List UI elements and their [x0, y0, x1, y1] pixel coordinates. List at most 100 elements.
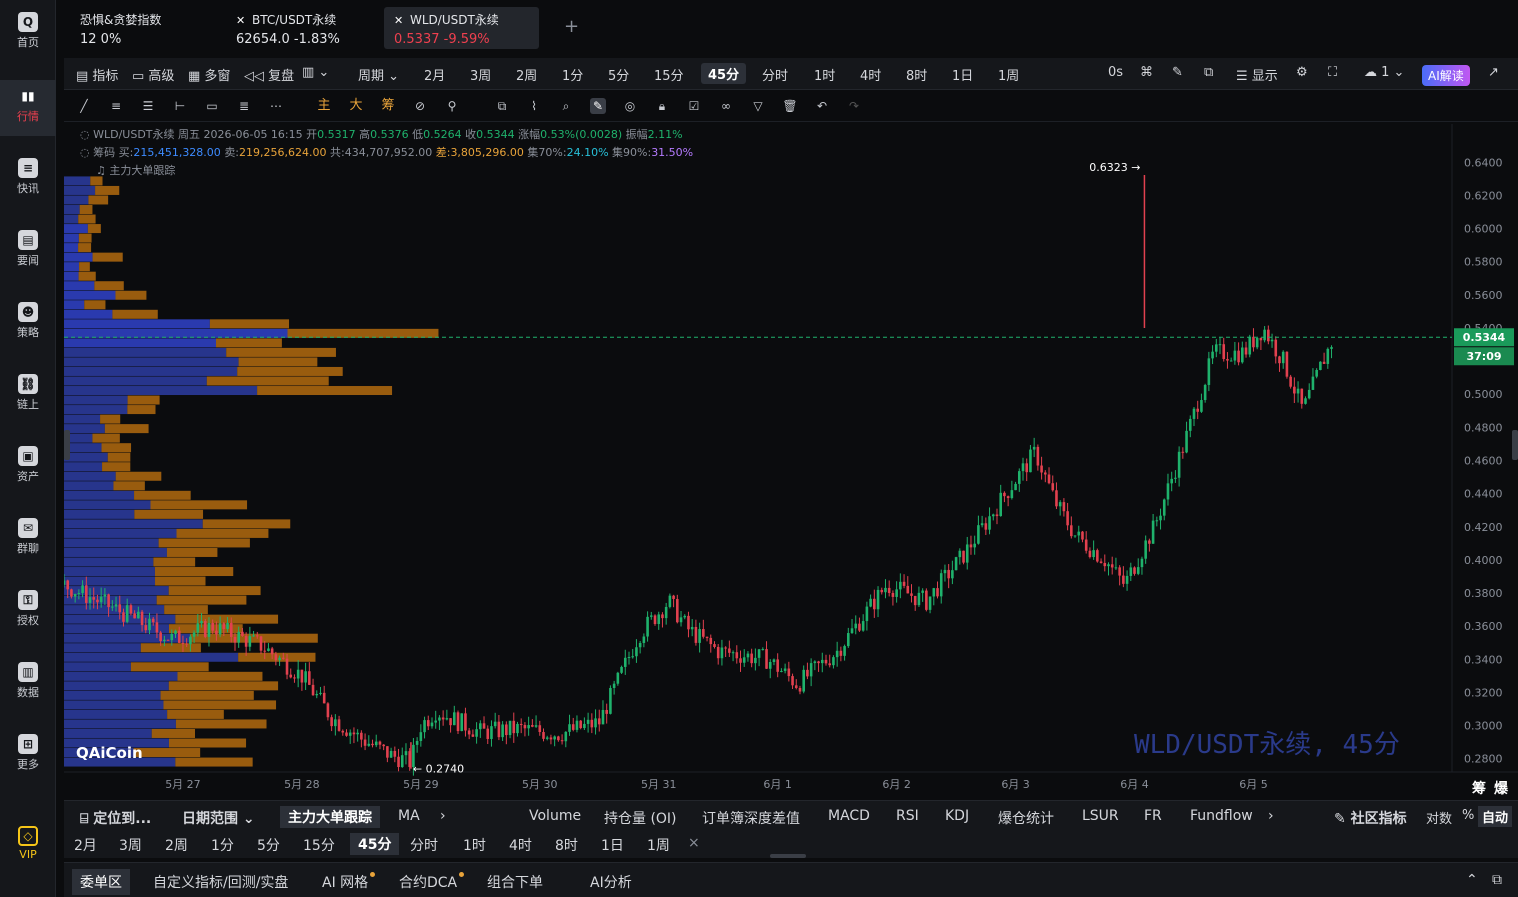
- brush-icon[interactable]: ✎: [590, 98, 606, 114]
- period-option[interactable]: 4时: [509, 835, 532, 855]
- order-area-tab[interactable]: 委单区: [72, 869, 130, 895]
- locate-button[interactable]: ⌸ 定位到...: [80, 808, 151, 828]
- more-tools-icon[interactable]: ⋯: [268, 98, 284, 114]
- log-scale-toggle[interactable]: 对数: [1426, 808, 1452, 827]
- period-option[interactable]: 4时: [860, 65, 881, 84]
- period-option[interactable]: 1日: [952, 65, 973, 84]
- sidebar-item-home[interactable]: Q 首页: [0, 6, 56, 62]
- period-option[interactable]: 2周: [165, 835, 188, 855]
- share-icon[interactable]: ↗: [1488, 65, 1499, 80]
- period-dropdown[interactable]: 周期 ⌄: [358, 65, 399, 84]
- countdown-toggle[interactable]: 0s: [1108, 65, 1123, 80]
- sidebar-item-flash[interactable]: ≡ 快讯: [0, 152, 56, 208]
- tab-btc-usdt[interactable]: ✕ BTC/USDT永续 62654.0 -1.83%: [226, 7, 376, 49]
- tab-fear-greed[interactable]: 恐惧&贪婪指数 12 0%: [70, 7, 220, 49]
- close-icon[interactable]: ×: [688, 835, 700, 851]
- trash-icon[interactable]: 🗑︎: [782, 98, 798, 114]
- display-button[interactable]: ☰ 显示: [1236, 65, 1278, 84]
- indicator-fr[interactable]: FR: [1144, 808, 1162, 824]
- ai-analysis-tab[interactable]: AI分析: [590, 872, 632, 892]
- period-option[interactable]: 2月: [424, 65, 445, 84]
- period-option[interactable]: 15分: [654, 65, 684, 84]
- multi-window-button[interactable]: ▦ 多窗: [188, 65, 230, 84]
- sidebar-item-assets[interactable]: ▣ 资产: [0, 440, 56, 496]
- chevron-right-icon[interactable]: ›: [1268, 808, 1274, 824]
- indicator-liquidation[interactable]: 爆仓统计: [998, 808, 1054, 828]
- sidebar-item-auth[interactable]: ⚿ 授权: [0, 584, 56, 640]
- period-option[interactable]: 1日: [601, 835, 624, 855]
- redo-icon[interactable]: ↷: [846, 98, 862, 114]
- indicator-kdj[interactable]: KDJ: [945, 808, 969, 824]
- settings-gear-icon[interactable]: ⚙: [1296, 65, 1308, 80]
- filter-icon[interactable]: ▽: [750, 98, 766, 114]
- period-option[interactable]: 2周: [516, 65, 537, 84]
- toggle-eye-icon[interactable]: ◌: [80, 128, 93, 141]
- chart-type-dropdown[interactable]: ▥ ⌄: [302, 65, 329, 80]
- main-track-indicator[interactable]: 主力大单跟踪: [280, 806, 380, 828]
- custom-indicator-tab[interactable]: 自定义指标/回测/实盘: [153, 872, 288, 892]
- period-option[interactable]: 1时: [814, 65, 835, 84]
- candlestick-chart[interactable]: 0.64000.62000.60000.58000.56000.54000.50…: [64, 124, 1518, 798]
- indicator-orderbook-depth[interactable]: 订单簿深度差值: [702, 808, 800, 828]
- period-option[interactable]: 2月: [74, 835, 97, 855]
- hide-drawing-icon[interactable]: ⊘: [412, 98, 428, 114]
- rectangle-icon[interactable]: ▭: [204, 98, 220, 114]
- indicator-button[interactable]: ▤ 指标: [76, 65, 118, 84]
- sidebar-item-vip[interactable]: ◇ VIP: [0, 820, 56, 876]
- resize-handle[interactable]: [770, 854, 806, 858]
- advanced-button[interactable]: ▭ 高级: [132, 65, 174, 84]
- ruler-icon[interactable]: ⌇: [526, 98, 542, 114]
- trendline-icon[interactable]: ╱: [76, 98, 92, 114]
- sidebar-item-strategy[interactable]: ☻ 策略: [0, 296, 56, 352]
- main-force-toggle[interactable]: 主: [316, 98, 332, 114]
- fibonacci-icon[interactable]: ≣: [236, 98, 252, 114]
- period-option[interactable]: 5分: [257, 835, 280, 855]
- fullscreen-icon[interactable]: ⛶: [1328, 65, 1337, 80]
- period-option[interactable]: 1时: [463, 835, 486, 855]
- burst-tag-button[interactable]: 爆: [1494, 778, 1508, 798]
- layout-count-dropdown[interactable]: ☁ 1 ⌄: [1364, 65, 1404, 80]
- period-option[interactable]: 5分: [608, 65, 629, 84]
- chart-area[interactable]: 0.64000.62000.60000.58000.56000.54000.50…: [64, 124, 1518, 798]
- lock-icon[interactable]: 🔒︎: [654, 98, 670, 114]
- ma-indicator[interactable]: MA: [398, 808, 420, 824]
- link-icon[interactable]: ∞: [718, 98, 734, 114]
- pen-icon[interactable]: ✎: [1172, 65, 1183, 80]
- date-range-dropdown[interactable]: 日期范围 ⌄: [182, 808, 255, 828]
- chip-tag-button[interactable]: 筹: [1472, 778, 1486, 798]
- close-icon[interactable]: ✕: [394, 14, 404, 27]
- period-option[interactable]: 15分: [303, 835, 335, 855]
- toggle-eye-icon[interactable]: ◌: [80, 146, 93, 159]
- period-option-active[interactable]: 45分: [350, 833, 400, 855]
- period-option[interactable]: 3周: [470, 65, 491, 84]
- sidebar-item-chat[interactable]: ✉ 群聊: [0, 512, 56, 568]
- period-option[interactable]: 1周: [647, 835, 670, 855]
- community-indicator-button[interactable]: ✎ 社区指标: [1334, 808, 1407, 828]
- indicator-oi[interactable]: 持仓量 (OI): [604, 808, 677, 828]
- close-icon[interactable]: ✕: [236, 14, 246, 27]
- chevron-right-icon[interactable]: ›: [440, 808, 446, 824]
- indicator-lsur[interactable]: LSUR: [1082, 808, 1119, 824]
- auto-scale-toggle[interactable]: 自动: [1478, 806, 1513, 827]
- indicator-fundflow[interactable]: Fundflow: [1190, 808, 1253, 824]
- share-window-icon[interactable]: ⧉: [1204, 65, 1213, 80]
- parallel-lines-icon[interactable]: ≡: [108, 98, 124, 114]
- period-option[interactable]: 1分: [562, 65, 583, 84]
- indicator-macd[interactable]: MACD: [828, 808, 870, 824]
- chevron-up-icon[interactable]: ⌃: [1466, 872, 1478, 888]
- magnet-icon[interactable]: ⚲: [444, 98, 460, 114]
- sidebar-item-data[interactable]: ▥ 数据: [0, 656, 56, 712]
- indicator-rsi[interactable]: RSI: [896, 808, 919, 824]
- horizontal-lines-icon[interactable]: ☰: [140, 98, 156, 114]
- edit-list-icon[interactable]: ☑: [686, 98, 702, 114]
- ai-interpret-button[interactable]: AI解读: [1422, 65, 1470, 86]
- sidebar-item-more[interactable]: ⊞ 更多: [0, 728, 56, 784]
- tab-wld-usdt[interactable]: ✕ WLD/USDT永续 0.5337 -9.59%: [384, 7, 539, 49]
- copy-icon[interactable]: ⧉: [494, 98, 510, 114]
- contract-dca-tab[interactable]: 合约DCA: [399, 872, 465, 892]
- period-option[interactable]: 3周: [119, 835, 142, 855]
- period-option[interactable]: 分时: [762, 65, 788, 84]
- sidebar-item-market[interactable]: ▮▮ 行情: [0, 80, 56, 136]
- sidebar-item-onchain[interactable]: ⛓ 链上: [0, 368, 56, 424]
- popout-icon[interactable]: ⧉: [1492, 872, 1502, 888]
